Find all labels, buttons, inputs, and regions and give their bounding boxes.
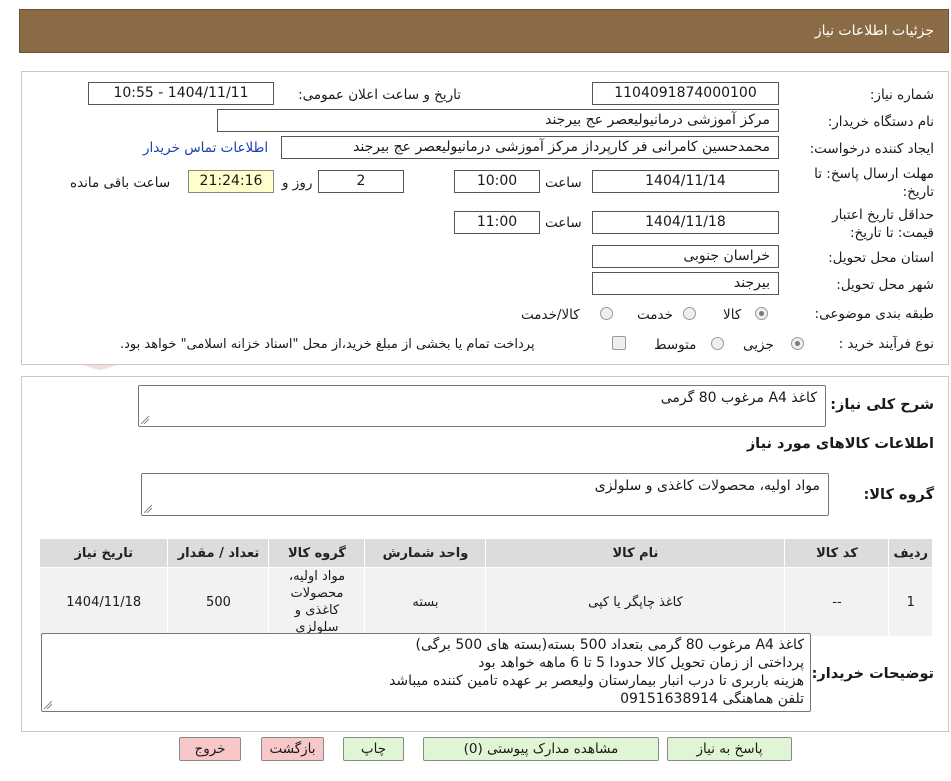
resize-grip-icon[interactable]	[44, 701, 52, 709]
process-label: نوع فرآیند خرید :	[838, 336, 934, 352]
page-header: جزئیات اطلاعات نیاز	[19, 9, 949, 53]
items-table: ردیف کد کالا نام کالا واحد شمارش گروه کا…	[38, 538, 933, 637]
table-cell: 1	[888, 567, 933, 637]
need-number-label: شماره نیاز:	[869, 87, 934, 103]
column-header: ردیف	[888, 538, 933, 568]
buyer-notes-line: کاغذ A4 مرغوب 80 گرمی بتعداد 500 بسته(بس…	[415, 637, 805, 653]
announce-label: تاریخ و ساعت اعلان عمومی:	[298, 87, 461, 103]
column-header: کد کالا	[784, 538, 890, 568]
resize-grip-icon[interactable]	[141, 416, 149, 424]
send-time-field: 10:00	[454, 170, 540, 193]
treasury-payment-note: پرداخت تمام یا بخشی از مبلغ خرید،از محل …	[120, 337, 535, 352]
summary-textarea: کاغذ A4 مرغوب 80 گرمی	[138, 385, 826, 427]
process-radio-medium[interactable]	[711, 337, 724, 350]
validity-time-label: ساعت	[545, 215, 582, 231]
table-row: 1 -- کاغذ چاپگر یا کپی بسته مواد اولیه، …	[38, 567, 933, 637]
back-button[interactable]: بازگشت	[261, 737, 324, 761]
summary-text: کاغذ A4 مرغوب 80 گرمی	[660, 390, 817, 406]
reply-button[interactable]: پاسخ به نیاز	[667, 737, 792, 761]
table-header-row: ردیف کد کالا نام کالا واحد شمارش گروه کا…	[38, 538, 933, 568]
table-cell: 500	[167, 567, 270, 637]
announce-field: 1404/11/11 - 10:55	[88, 82, 274, 105]
remaining-label: ساعت باقی مانده	[70, 175, 171, 191]
buyer-contact-link[interactable]: اطلاعات تماس خریدار	[143, 140, 268, 156]
category-radio-both[interactable]	[600, 307, 613, 320]
category-label: طبقه بندی موضوعی:	[814, 306, 934, 322]
column-header: واحد شمارش	[364, 538, 487, 568]
send-date-field: 1404/11/14	[592, 170, 779, 193]
remaining-time-field: 21:24:16	[188, 170, 274, 193]
table-cell: کاغذ چاپگر یا کپی	[485, 567, 786, 637]
goods-group-label: گروه کالا:	[863, 487, 934, 503]
summary-label: شرح کلی نیاز:	[830, 397, 934, 413]
buyer-notes-textarea: کاغذ A4 مرغوب 80 گرمی بتعداد 500 بسته(بس…	[41, 633, 811, 712]
send-time-label: ساعت	[545, 175, 582, 191]
city-field: بیرجند	[592, 272, 779, 295]
creator-label: ایجاد کننده درخواست:	[809, 141, 934, 157]
buyer-notes-line: پرداختی از زمان تحویل کالا حدودا 5 تا 6 …	[478, 655, 804, 671]
validity-date-field: 1404/11/18	[592, 211, 779, 234]
print-button[interactable]: چاپ	[343, 737, 404, 761]
resize-grip-icon[interactable]	[144, 505, 152, 513]
days-label: روز و	[282, 175, 313, 191]
column-header: تاریخ نیاز	[38, 538, 169, 568]
page-title: جزئیات اطلاعات نیاز	[814, 23, 934, 39]
category-option-both: کالا/خدمت	[521, 307, 580, 323]
process-option-minor: جزیی	[743, 337, 774, 353]
buyer-field: مرکز آموزشی درمانیولیعصر عج بیرجند	[217, 109, 779, 132]
table-cell: بسته	[364, 567, 487, 637]
table-cell: 1404/11/18	[38, 567, 169, 637]
view-attachments-button[interactable]: مشاهده مدارک پیوستی (0)	[423, 737, 659, 761]
province-field: خراسان جنوبی	[592, 245, 779, 268]
category-option-service: خدمت	[637, 307, 673, 323]
validity-label: حداقل تاریخ اعتبار قیمت: تا تاریخ:	[832, 207, 934, 241]
goods-group-text: مواد اولیه، محصولات کاغذی و سلولزی	[594, 478, 820, 494]
need-number-field: 1104091874000100	[592, 82, 779, 105]
buyer-notes-line: هزینه باربری تا درب انبار بیمارستان ولیع…	[389, 673, 804, 689]
exit-button[interactable]: خروج	[179, 737, 241, 761]
buyer-notes-label: توضیحات خریدار:	[811, 666, 934, 682]
process-radio-minor[interactable]	[791, 337, 804, 350]
category-radio-service[interactable]	[683, 307, 696, 320]
city-label: شهر محل تحویل:	[836, 277, 934, 293]
process-option-medium: متوسط	[654, 337, 697, 353]
province-label: استان محل تحویل:	[828, 250, 934, 266]
send-deadline-label: مهلت ارسال پاسخ: تا تاریخ:	[814, 166, 934, 200]
column-header: گروه کالا	[268, 538, 366, 568]
goods-group-textarea: مواد اولیه، محصولات کاغذی و سلولزی	[141, 473, 829, 516]
column-header: تعداد / مقدار	[167, 538, 270, 568]
treasury-payment-checkbox[interactable]	[612, 336, 626, 350]
buyer-label: نام دستگاه خریدار:	[827, 114, 934, 130]
column-header: نام کالا	[485, 538, 786, 568]
table-cell: مواد اولیه، محصولات کاغذی و سلولزی	[268, 567, 366, 637]
table-cell: --	[784, 567, 890, 637]
category-radio-goods[interactable]	[755, 307, 768, 320]
goods-section-title: اطلاعات کالاهای مورد نیاز	[746, 436, 934, 452]
buyer-notes-line: تلفن هماهنگی 09151638914	[620, 691, 804, 707]
category-option-goods: کالا	[723, 307, 742, 323]
validity-time-field: 11:00	[454, 211, 540, 234]
days-field: 2	[318, 170, 404, 193]
creator-field: محمدحسین کامرانی فر کارپرداز مرکز آموزشی…	[281, 136, 779, 159]
